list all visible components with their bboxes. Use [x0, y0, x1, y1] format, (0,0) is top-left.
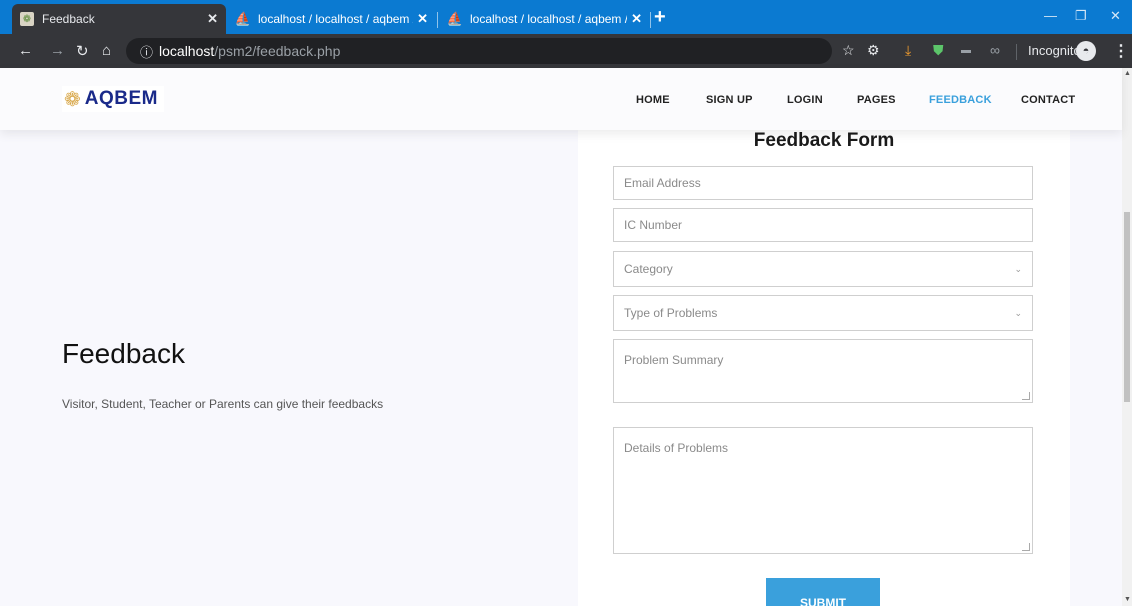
problem-details-textarea[interactable]: Details of Problems	[613, 427, 1033, 554]
url-path: /psm2/feedback.php	[214, 43, 341, 59]
tab-title: localhost / localhost / aqbem / st	[470, 12, 628, 26]
problem-type-placeholder: Type of Problems	[624, 306, 718, 320]
menu-icon[interactable]: ⋮	[1113, 41, 1129, 61]
category-placeholder: Category	[624, 262, 673, 276]
close-window-icon[interactable]: ✕	[1110, 8, 1121, 24]
resize-handle-icon[interactable]	[1022, 392, 1030, 400]
resize-handle-icon[interactable]	[1022, 543, 1030, 551]
nav-login[interactable]: LOGIN	[787, 94, 823, 106]
ic-number-placeholder: IC Number	[624, 218, 683, 232]
incognito-icon[interactable]: ◓	[1076, 41, 1096, 61]
feedback-form: Feedback Form Email Address IC Number Ca…	[578, 110, 1070, 606]
restore-icon[interactable]: ❐	[1075, 8, 1087, 24]
tab-feedback[interactable]: ❁ Feedback ✕	[12, 4, 226, 34]
infinity-icon[interactable]: ∞	[990, 42, 1000, 58]
page-subtitle: Visitor, Student, Teacher or Parents can…	[62, 397, 384, 411]
nav-sign-up[interactable]: SIGN UP	[706, 94, 753, 106]
brand-name: AQBEM	[84, 88, 158, 109]
incognito-label: Incognito	[1028, 43, 1081, 58]
tab-phpmyadmin-1[interactable]: ⛵ localhost / localhost / aqbem / st ✕	[228, 4, 436, 34]
site-logo[interactable]: ❁ AQBEM	[62, 86, 164, 112]
page-title: Feedback	[62, 338, 185, 369]
scroll-up-icon[interactable]: ▲	[1124, 70, 1131, 77]
toolbar-divider	[1016, 44, 1017, 60]
tab-title: Feedback	[42, 12, 95, 26]
tab-phpmyadmin-2[interactable]: ⛵ localhost / localhost / aqbem / st ✕	[440, 4, 650, 34]
forward-icon[interactable]: →	[50, 42, 65, 59]
scroll-down-icon[interactable]: ▼	[1124, 596, 1131, 603]
nav-home[interactable]: HOME	[636, 94, 670, 106]
shield-icon[interactable]: ⛊	[933, 42, 944, 59]
problem-details-placeholder: Details of Problems	[624, 441, 729, 455]
submit-button[interactable]: SUBMIT	[766, 578, 880, 606]
site-favicon: ❁	[20, 12, 34, 26]
email-field[interactable]: Email Address	[613, 166, 1033, 200]
new-tab-button[interactable]: +	[654, 7, 666, 27]
home-icon[interactable]: ⌂	[102, 42, 111, 59]
ic-number-field[interactable]: IC Number	[613, 208, 1033, 242]
problem-summary-textarea[interactable]: Problem Summary	[613, 339, 1033, 403]
chevron-down-icon: ⌄	[1014, 307, 1022, 318]
info-icon[interactable]: ⓘ	[140, 42, 153, 61]
minimize-icon[interactable]: —	[1044, 8, 1057, 23]
nav-contact[interactable]: CONTACT	[1021, 94, 1075, 106]
browser-tab-bar: ❁ Feedback ✕ ⛵ localhost / localhost / a…	[0, 0, 1132, 34]
extension-icon[interactable]: ▬	[961, 45, 971, 56]
tab-divider	[437, 12, 438, 28]
logo-icon: ❁	[64, 88, 81, 111]
tab-title: localhost / localhost / aqbem / st	[258, 12, 414, 26]
close-tab-icon[interactable]: ✕	[207, 11, 218, 27]
star-icon[interactable]: ☆	[842, 42, 855, 59]
chevron-down-icon: ⌄	[1014, 263, 1022, 274]
back-icon[interactable]: ←	[18, 42, 33, 59]
scrollbar-thumb[interactable]	[1124, 212, 1130, 402]
extension-icon[interactable]: ⚙	[867, 42, 880, 59]
close-tab-icon[interactable]: ✕	[631, 11, 642, 27]
problem-summary-placeholder: Problem Summary	[624, 353, 724, 367]
download-icon[interactable]: ⤓	[905, 42, 911, 59]
nav-pages[interactable]: PAGES	[857, 94, 896, 106]
form-title: Feedback Form	[753, 130, 895, 151]
email-placeholder: Email Address	[624, 176, 701, 190]
phpmyadmin-favicon: ⛵	[234, 11, 252, 26]
close-tab-icon[interactable]: ✕	[417, 11, 428, 27]
address-bar[interactable]: ⓘ localhost/psm2/feedback.php	[126, 38, 832, 64]
reload-icon[interactable]: ↻	[76, 42, 89, 60]
phpmyadmin-favicon: ⛵	[446, 11, 464, 26]
nav-feedback[interactable]: FEEDBACK	[929, 94, 992, 106]
tab-divider	[650, 12, 651, 28]
browser-toolbar: ← → ↻ ⌂ ⓘ localhost/psm2/feedback.php ☆ …	[0, 34, 1132, 68]
site-header: ❁ AQBEM HOME SIGN UP LOGIN PAGES FEEDBAC…	[0, 68, 1122, 130]
problem-type-select[interactable]: Type of Problems ⌄	[613, 295, 1033, 331]
category-select[interactable]: Category ⌄	[613, 251, 1033, 287]
url-host: localhost	[159, 43, 215, 59]
